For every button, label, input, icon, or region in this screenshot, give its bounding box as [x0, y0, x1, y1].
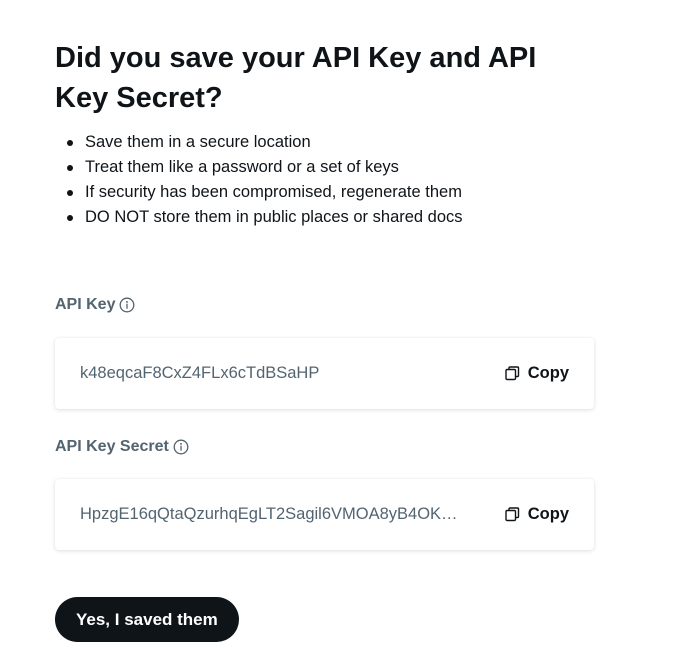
- api-key-label: API Key: [55, 296, 116, 313]
- api-key-card: k48eqcaF8CxZ4FLx6cTdBSaHP Copy: [55, 338, 594, 409]
- api-key-section: API Key k48eqcaF8CxZ4FLx6cTdBSaHP Copy: [55, 295, 594, 409]
- dialog-title: Did you save your API Key and API Key Se…: [55, 42, 537, 114]
- api-key-label-row: API Key: [55, 295, 594, 315]
- api-key-secret-label: API Key Secret: [55, 438, 169, 455]
- api-keys-dialog: Did you save your API Key and API Key Se…: [55, 38, 594, 550]
- api-key-secret-section: API Key Secret HpzgE16qQtaQzurhqEgLT2Sag…: [55, 437, 594, 550]
- tip-item: Treat them like a password or a set of k…: [67, 155, 594, 180]
- info-icon[interactable]: [119, 297, 135, 313]
- api-key-value: k48eqcaF8CxZ4FLx6cTdBSaHP: [80, 364, 320, 382]
- copy-api-key-secret-button[interactable]: Copy: [504, 505, 569, 524]
- api-key-secret-value: HpzgE16qQtaQzurhqEgLT2Sagil6VMOA8yB4OK…: [80, 505, 458, 523]
- info-icon[interactable]: [173, 439, 189, 455]
- api-key-secret-label-row: API Key Secret: [55, 437, 594, 457]
- copy-icon: [504, 365, 521, 382]
- copy-label: Copy: [527, 505, 569, 523]
- copy-label: Copy: [527, 364, 569, 382]
- tip-item: Save them in a secure location: [67, 130, 594, 155]
- copy-icon: [504, 506, 521, 523]
- confirm-saved-button[interactable]: Yes, I saved them: [55, 597, 239, 642]
- security-tips-list: Save them in a secure location Treat the…: [55, 130, 594, 230]
- tip-item: If security has been compromised, regene…: [67, 180, 594, 205]
- tip-item: DO NOT store them in public places or sh…: [67, 205, 594, 230]
- copy-api-key-button[interactable]: Copy: [504, 364, 569, 383]
- api-key-secret-card: HpzgE16qQtaQzurhqEgLT2Sagil6VMOA8yB4OK… …: [55, 479, 594, 550]
